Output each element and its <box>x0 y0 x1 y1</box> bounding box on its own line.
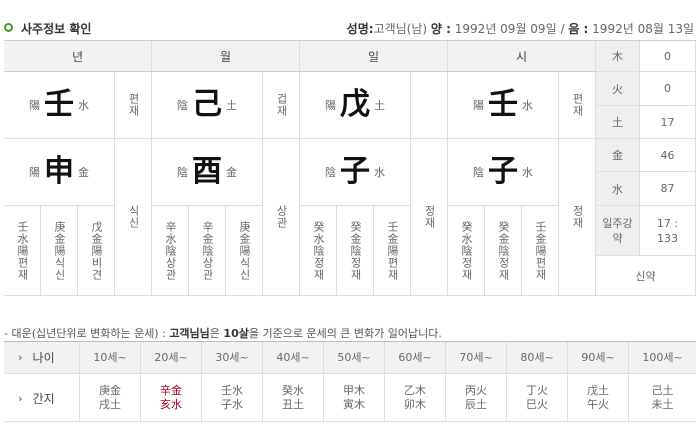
daeun-age: 40세~ <box>263 342 324 373</box>
daeun-ganji: 丁火 巳火 <box>507 375 568 421</box>
element-wood-label: 木 <box>596 41 640 72</box>
element-earth-label: 土 <box>596 106 640 139</box>
header-month: 월 <box>152 41 300 72</box>
day-branch: 陰 子 水 <box>300 139 411 206</box>
day-hidden-3: 壬金陽편재 <box>374 206 411 296</box>
element-fire-value: 0 <box>640 72 696 106</box>
daeun-ganji: 己土 未土 <box>651 384 674 411</box>
month-hidden-2: 辛金陰상관 <box>189 206 226 296</box>
year-hidden-3: 戊金陽비견 <box>78 206 115 296</box>
year-hidden-2: 庚金陽식신 <box>41 206 78 296</box>
day-branch-god: 정재 <box>411 139 448 296</box>
section-title: 사주정보 확인 <box>21 22 92 36</box>
daeun-age: 30세~ <box>202 342 263 373</box>
hour-hidden-1: 癸水陰정재 <box>448 206 485 296</box>
year-branch: 陽 申 金 <box>4 139 115 206</box>
hour-branch: 陰 子 水 <box>448 139 559 206</box>
year-stem: 陽 壬 水 <box>4 72 115 139</box>
daeun-age: 50세~ <box>324 342 385 373</box>
daeun-ganji-current: 辛金 亥水 <box>141 375 202 421</box>
strength-result: 신약 <box>596 256 696 296</box>
daeun-ganji-row: › 간지 庚金 戌土 辛金 亥水 壬水 子水 癸水 丑土 甲木 寅木 乙木 卯木 丙火 辰土 … <box>4 375 696 422</box>
daeun-age: 100세~ <box>642 350 683 364</box>
daeun-ganji: 乙木 卯木 <box>385 375 446 421</box>
header-year: 년 <box>4 41 152 72</box>
day-hidden-2: 癸金陰정재 <box>337 206 374 296</box>
day-stem-god <box>411 72 448 139</box>
month-hidden-3: 庚金陽식신 <box>226 206 263 296</box>
element-wood-value: 0 <box>640 41 696 72</box>
ilju-strength-value: 17 : 133 <box>640 206 696 256</box>
element-fire-label: 火 <box>596 72 640 106</box>
daeun-age: 70세~ <box>446 342 507 373</box>
element-metal-value: 46 <box>640 139 696 172</box>
hour-hidden-3: 壬金陽편재 <box>522 206 559 296</box>
hour-branch-god: 정재 <box>559 139 596 296</box>
element-water-value: 87 <box>640 172 696 206</box>
element-metal-label: 金 <box>596 139 640 172</box>
element-water-label: 水 <box>596 172 640 206</box>
year-hidden-1: 壬水陽편재 <box>4 206 41 296</box>
daeun-table: › 나이 10세~ 20세~ 30세~ 40세~ 50세~ 60세~ 70세~ … <box>4 341 696 422</box>
daeun-ganji: 甲木 寅木 <box>324 375 385 421</box>
year-stem-god: 편재 <box>115 72 152 139</box>
day-stem: 陽 戊 土 <box>300 72 411 139</box>
month-branch-god: 상관 <box>263 139 300 296</box>
arrow-right-icon: › <box>18 351 23 364</box>
ilju-strength-label: 일주강약 <box>596 206 640 256</box>
daeun-age: 90세~ <box>568 342 629 373</box>
arrow-right-icon: › <box>18 391 23 405</box>
hour-stem-god: 편재 <box>559 72 596 139</box>
header-hour: 시 <box>448 41 596 72</box>
saju-header: 사주정보 확인 성명:고객님(남) 양 : 1992년 09월 09일 / 음 … <box>4 18 696 40</box>
daeun-age: 80세~ <box>507 342 568 373</box>
month-hidden-1: 辛水陰상관 <box>152 206 189 296</box>
daeun-ganji-label: › 간지 <box>4 375 80 421</box>
customer-info: 성명:고객님(남) 양 : 1992년 09월 09일 / 음 : 1992년 … <box>346 22 694 36</box>
saju-pillar-table: 년 월 일 시 陽 壬 水 陽 申 金 편재 식신 壬水陽편재 庚金陽식신 戊金… <box>4 40 696 296</box>
month-stem: 陰 己 土 <box>152 72 263 139</box>
daeun-age: 20세~ <box>141 342 202 373</box>
daeun-age: 10세~ <box>80 342 141 373</box>
day-hidden-1: 癸水陰정재 <box>300 206 337 296</box>
daeun-ganji: 壬水 子水 <box>202 375 263 421</box>
daeun-ganji: 庚金 戌土 <box>80 375 141 421</box>
month-branch: 陰 酉 金 <box>152 139 263 206</box>
daeun-age: 60세~ <box>385 342 446 373</box>
element-earth-value: 17 <box>640 106 696 139</box>
hour-hidden-2: 癸金陰정재 <box>485 206 522 296</box>
year-branch-god: 식신 <box>115 139 152 296</box>
bullet-icon <box>4 23 13 32</box>
month-stem-god: 겁재 <box>263 72 300 139</box>
daeun-ganji: 丙火 辰土 <box>446 375 507 421</box>
daeun-ganji: 癸水 丑土 <box>263 375 324 421</box>
daeun-note: - 대운(십년단위로 변화하는 운세) : 고객님님은 10살을 기준으로 운세… <box>4 327 442 340</box>
daeun-age-row: › 나이 10세~ 20세~ 30세~ 40세~ 50세~ 60세~ 70세~ … <box>4 342 696 374</box>
daeun-age-label: › 나이 <box>4 342 80 373</box>
hour-stem: 陽 壬 水 <box>448 72 559 139</box>
header-day: 일 <box>300 41 448 72</box>
daeun-ganji: 戊土 午火 <box>568 375 629 421</box>
